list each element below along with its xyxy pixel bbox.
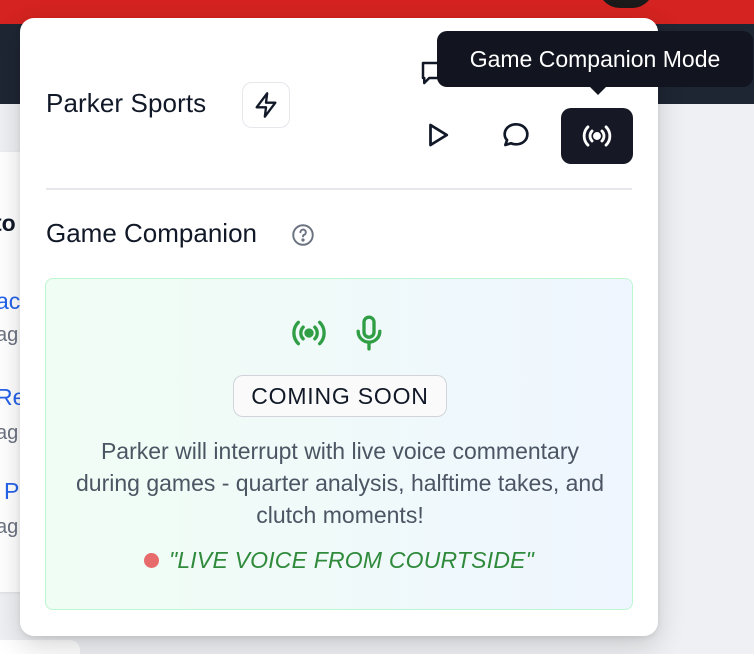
broadcast-icon — [289, 313, 329, 353]
chat-icon — [500, 119, 532, 151]
background-title: to — [0, 210, 16, 236]
tooltip: Game Companion Mode — [437, 31, 753, 87]
companion-card: COMING SOON Parker will interrupt with l… — [45, 278, 633, 610]
parker-panel: Parker Sports Game Companion COMING SOON… — [20, 18, 658, 636]
companion-icons — [46, 313, 632, 353]
game-companion-button[interactable] — [561, 108, 633, 164]
question-circle-icon[interactable] — [290, 222, 316, 248]
background-card-2 — [0, 640, 80, 654]
header-divider — [46, 188, 632, 190]
chat-button[interactable] — [492, 108, 540, 162]
companion-description: Parker will interrupt with live voice co… — [76, 438, 604, 528]
live-indicator: "LIVE VOICE FROM COURTSIDE" — [46, 547, 632, 574]
background-subtext: ag — [0, 422, 19, 444]
broadcast-icon — [580, 119, 614, 153]
background-subtext: ag — [0, 324, 19, 346]
live-dot — [143, 553, 159, 568]
live-voice-text: "LIVE VOICE FROM COURTSIDE" — [168, 547, 535, 573]
background-link[interactable]: P — [4, 478, 19, 505]
microphone-icon — [349, 313, 389, 353]
brand-title: Parker Sports — [46, 88, 207, 118]
lightning-icon — [252, 91, 280, 119]
section-title: Game Companion — [46, 218, 257, 248]
background-subtext: ag — [0, 516, 19, 538]
play-button[interactable] — [414, 108, 462, 162]
coming-soon-badge: COMING SOON — [233, 375, 447, 417]
play-icon — [423, 120, 453, 150]
background-link[interactable]: ac — [0, 288, 20, 315]
lightning-button[interactable] — [242, 82, 290, 128]
tooltip-arrow — [589, 86, 607, 95]
